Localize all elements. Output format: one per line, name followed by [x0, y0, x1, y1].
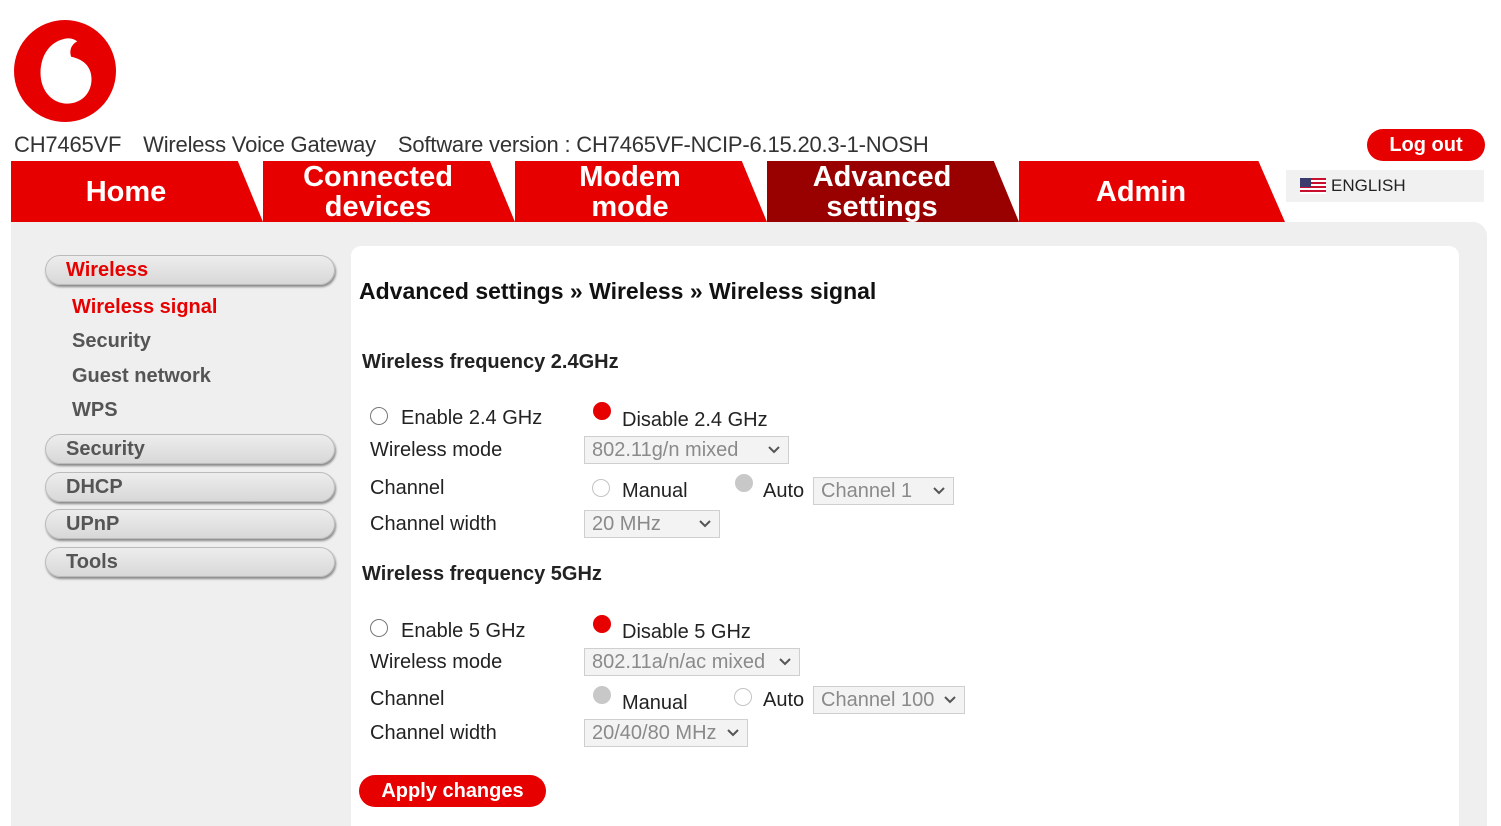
- section-title-24ghz: Wireless frequency 2.4GHz: [362, 351, 619, 373]
- disable-5ghz-label: Disable 5 GHz: [622, 621, 751, 643]
- tab-advanced-settings-line1: Advanced: [812, 160, 952, 193]
- enable-24ghz-radio[interactable]: [370, 407, 388, 425]
- channel-5-auto-label: Auto: [763, 689, 805, 711]
- channel-24-value: Channel 1: [821, 479, 913, 502]
- chevron-down-icon: [933, 487, 945, 495]
- tab-advanced-settings-line2: settings: [826, 190, 938, 223]
- wireless-mode-24-select[interactable]: 802.11g/n mixed: [584, 436, 789, 464]
- chevron-down-icon: [727, 729, 739, 737]
- enable-5ghz-radio[interactable]: [370, 619, 388, 637]
- tab-advanced-settings[interactable]: Advanced settings: [767, 161, 1019, 222]
- tab-home[interactable]: Home: [11, 161, 263, 222]
- wireless-mode-24-label: Wireless mode: [370, 439, 503, 461]
- channel-24-label: Channel: [370, 477, 445, 499]
- sidebar-subitem-wps[interactable]: WPS: [72, 399, 118, 422]
- channel-width-24-label: Channel width: [370, 513, 497, 535]
- software-version: Software version : CH7465VF-NCIP-6.15.20…: [397, 132, 929, 157]
- channel-width-5-value: 20/40/80 MHz: [592, 721, 717, 744]
- sidebar-item-wireless-label: Wireless: [66, 258, 149, 281]
- channel-5-label: Channel: [370, 688, 445, 710]
- sidebar-item-security-label: Security: [66, 437, 145, 460]
- sidebar-item-wireless[interactable]: Wireless: [45, 255, 335, 285]
- sidebar-subitem-guest-network[interactable]: Guest network: [72, 365, 211, 388]
- channel-24-auto-radio[interactable]: [735, 474, 753, 492]
- tab-home-label: Home: [85, 175, 167, 208]
- channel-24-manual-radio[interactable]: [592, 479, 610, 497]
- sidebar-item-upnp[interactable]: UPnP: [45, 509, 335, 539]
- tab-admin[interactable]: Admin: [1019, 161, 1285, 222]
- apply-changes-button[interactable]: Apply changes: [359, 775, 546, 807]
- channel-5-auto-radio[interactable]: [734, 688, 752, 706]
- channel-24-auto-label: Auto: [763, 480, 805, 502]
- channel-5-select[interactable]: Channel 100: [813, 686, 965, 714]
- chevron-down-icon: [944, 696, 956, 704]
- wireless-mode-24-value: 802.11g/n mixed: [592, 438, 739, 461]
- tab-connected-devices[interactable]: Connected devices: [263, 161, 515, 222]
- tab-connected-devices-line2: devices: [324, 190, 432, 223]
- sidebar-item-dhcp[interactable]: DHCP: [45, 472, 335, 502]
- channel-width-24-value: 20 MHz: [592, 512, 661, 535]
- channel-24-select[interactable]: Channel 1: [813, 477, 954, 505]
- logout-button[interactable]: Log out: [1367, 129, 1485, 161]
- vodafone-logo-icon: [14, 20, 116, 122]
- wireless-mode-5-label: Wireless mode: [370, 651, 503, 673]
- enable-24ghz-label: Enable 2.4 GHz: [401, 407, 543, 429]
- tab-modem-mode[interactable]: Modem mode: [515, 161, 767, 222]
- enable-5ghz-label: Enable 5 GHz: [401, 620, 526, 642]
- sidebar-subitem-wireless-signal[interactable]: Wireless signal: [72, 296, 217, 319]
- channel-24-manual-label: Manual: [622, 480, 688, 502]
- section-title-5ghz: Wireless frequency 5GHz: [362, 563, 602, 585]
- disable-24ghz-radio[interactable]: [593, 402, 611, 420]
- channel-5-manual-label: Manual: [622, 692, 688, 714]
- sidebar-item-upnp-label: UPnP: [66, 512, 120, 535]
- wireless-mode-5-value: 802.11a/n/ac mixed: [592, 650, 766, 673]
- channel-5-value: Channel 100: [821, 688, 935, 711]
- chevron-down-icon: [768, 446, 780, 454]
- disable-24ghz-label: Disable 2.4 GHz: [622, 409, 768, 431]
- sidebar-subitem-security[interactable]: Security: [72, 330, 151, 353]
- us-flag-icon: [1300, 178, 1326, 194]
- disable-5ghz-radio[interactable]: [593, 615, 611, 633]
- tab-modem-mode-line2: mode: [591, 190, 669, 223]
- sidebar-item-tools-label: Tools: [66, 550, 118, 573]
- breadcrumb: Advanced settings » Wireless » Wireless …: [359, 278, 877, 304]
- language-label: ENGLISH: [1331, 176, 1406, 195]
- sidebar-item-dhcp-label: DHCP: [66, 475, 123, 498]
- product-name: Wireless Voice Gateway: [143, 132, 376, 157]
- tab-modem-mode-line1: Modem: [579, 160, 681, 193]
- sidebar-item-tools[interactable]: Tools: [45, 547, 335, 577]
- channel-width-5-select[interactable]: 20/40/80 MHz: [584, 719, 748, 747]
- chevron-down-icon: [699, 520, 711, 528]
- tab-admin-label: Admin: [1095, 175, 1187, 208]
- model-name: CH7465VF: [14, 132, 122, 157]
- tab-connected-devices-line1: Connected: [303, 160, 453, 193]
- channel-width-24-select[interactable]: 20 MHz: [584, 510, 720, 538]
- channel-5-manual-radio[interactable]: [593, 686, 611, 704]
- sidebar-item-security[interactable]: Security: [45, 434, 335, 464]
- language-selector[interactable]: ENGLISH: [1286, 170, 1484, 202]
- chevron-down-icon: [779, 658, 791, 666]
- device-info: CH7465VF Wireless Voice Gateway Software…: [14, 132, 945, 158]
- channel-width-5-label: Channel width: [370, 722, 497, 744]
- content-panel: [351, 246, 1459, 826]
- wireless-mode-5-select[interactable]: 802.11a/n/ac mixed: [584, 648, 800, 676]
